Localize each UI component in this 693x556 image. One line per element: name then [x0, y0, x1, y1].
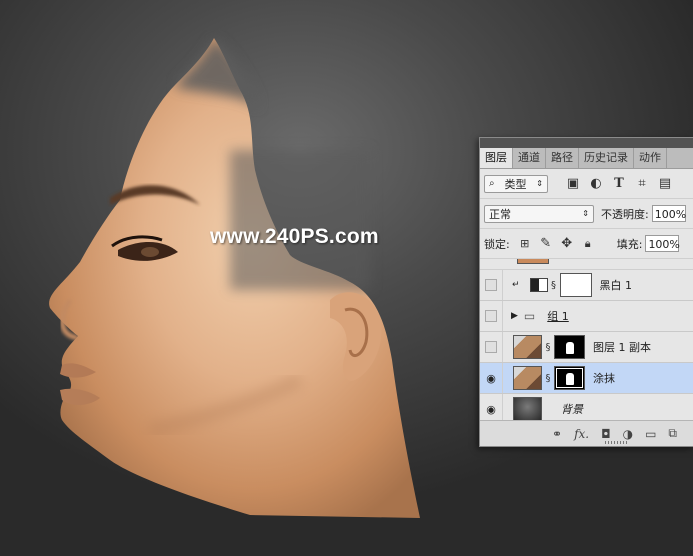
- panel-footer: ⚭ fx. ◘ ◑ ▭ ⧉: [480, 420, 693, 446]
- filter-row: ⌕ 类型 ⇕ ▣ ◐ T ⌗ ▤: [480, 169, 693, 199]
- tab-layers[interactable]: 图层: [480, 148, 513, 168]
- expand-triangle-icon[interactable]: ▶: [511, 311, 518, 321]
- chain-link-icon[interactable]: §: [543, 342, 553, 353]
- fill-label: 填充:: [616, 237, 643, 251]
- opacity-label: 不透明度:: [601, 207, 649, 221]
- visibility-toggle[interactable]: [480, 301, 503, 331]
- folder-icon[interactable]: ▭: [645, 427, 656, 441]
- lock-transparent-icon[interactable]: ⊞: [518, 237, 532, 251]
- lock-all-icon[interactable]: 🔒︎: [581, 237, 595, 251]
- layer-thumbnail[interactable]: [513, 397, 542, 421]
- layer-thumbnail: [517, 259, 549, 264]
- tab-history[interactable]: 历史记录: [579, 148, 634, 168]
- panel-tabs: 图层 通道 路径 历史记录 动作: [480, 148, 693, 169]
- clip-arrow-icon: ↵: [512, 280, 520, 290]
- adjustment-filter-icon[interactable]: ◐: [589, 176, 603, 191]
- layer-name: 组 1: [547, 310, 569, 323]
- mask-icon[interactable]: ◘: [601, 427, 611, 441]
- chain-link-icon[interactable]: §: [543, 373, 553, 384]
- mask-thumbnail[interactable]: [559, 273, 592, 297]
- lock-label: 锁定:: [484, 237, 510, 251]
- layer-thumbnail[interactable]: [513, 366, 542, 390]
- eye-icon: ◉: [486, 371, 496, 385]
- blend-row: 正常 ⇕ 不透明度: 100%: [480, 199, 693, 229]
- smart-object-filter-icon[interactable]: ▤: [658, 176, 672, 191]
- mask-thumbnail[interactable]: [554, 335, 585, 359]
- link-icon[interactable]: ⚭: [552, 427, 562, 441]
- fx-icon[interactable]: fx.: [574, 427, 589, 441]
- mask-shape: [566, 373, 574, 385]
- resize-grip[interactable]: [605, 441, 627, 444]
- panel-title-bar[interactable]: [480, 138, 693, 148]
- layer-name: 图层 1 副本: [593, 341, 651, 354]
- fill-input[interactable]: 100%: [645, 235, 680, 252]
- layer-row[interactable]: § 图层 1 副本: [480, 332, 693, 363]
- tab-channels[interactable]: 通道: [513, 148, 546, 168]
- mask-shape: [566, 342, 574, 354]
- lock-row: 锁定: ⊞ ✎ ✥ 🔒︎ 填充: 100%: [480, 229, 693, 259]
- chain-link-icon[interactable]: §: [549, 280, 559, 291]
- lock-paint-icon[interactable]: ✎: [539, 236, 553, 251]
- visibility-toggle[interactable]: [480, 270, 503, 300]
- layer-name: 涂抹: [593, 372, 615, 385]
- layer-name: 黑白 1: [599, 279, 633, 292]
- visibility-toggle[interactable]: [480, 332, 503, 362]
- filter-kind-value: 类型: [504, 177, 527, 191]
- layers-panel: 图层 通道 路径 历史记录 动作 ⌕ 类型 ⇕ ▣ ◐ T ⌗ ▤ 正常 ⇕ 不…: [479, 137, 693, 447]
- eye-icon: ◉: [486, 402, 496, 416]
- updown-icon: ⇕: [582, 209, 589, 218]
- updown-icon: ⇕: [536, 179, 543, 188]
- face-profile-image: [49, 38, 420, 518]
- layer-name: 背景: [561, 403, 583, 416]
- opacity-input[interactable]: 100%: [651, 205, 686, 222]
- layer-thumbnail[interactable]: [513, 335, 542, 359]
- new-layer-icon[interactable]: ⧉: [668, 426, 677, 441]
- scrolled-layer-sliver: [480, 259, 693, 270]
- filter-icons: ▣ ◐ T ⌗ ▤: [566, 176, 672, 191]
- lock-position-icon[interactable]: ✥: [560, 236, 574, 251]
- search-icon: ⌕: [489, 178, 495, 189]
- shape-filter-icon[interactable]: ⌗: [635, 176, 649, 191]
- visibility-toggle[interactable]: ◉: [480, 363, 503, 393]
- hidden-box-icon: [485, 341, 497, 353]
- adjustment-layer-icon: [529, 278, 548, 292]
- type-filter-icon[interactable]: T: [612, 176, 626, 191]
- blend-mode-select[interactable]: 正常 ⇕: [484, 204, 594, 223]
- watermark-text: www.240PS.com: [210, 225, 379, 248]
- hidden-box-icon: [485, 310, 497, 322]
- tab-actions[interactable]: 动作: [634, 148, 667, 168]
- folder-icon: ▭: [523, 309, 536, 323]
- tab-paths[interactable]: 路径: [546, 148, 579, 168]
- lock-icons: ⊞ ✎ ✥ 🔒︎: [518, 236, 595, 251]
- layer-row[interactable]: ▶ ▭ 组 1: [480, 301, 693, 332]
- adjustment-icon[interactable]: ◑: [623, 427, 633, 441]
- layer-row-selected[interactable]: ◉ § 涂抹: [480, 363, 693, 394]
- layer-row[interactable]: ↵ § 黑白 1: [480, 270, 693, 301]
- blend-mode-value: 正常: [489, 207, 511, 221]
- layer-filter-select[interactable]: ⌕ 类型 ⇕: [484, 174, 548, 193]
- mask-thumbnail[interactable]: [554, 366, 585, 390]
- hidden-box-icon: [485, 279, 497, 291]
- image-filter-icon[interactable]: ▣: [566, 176, 580, 191]
